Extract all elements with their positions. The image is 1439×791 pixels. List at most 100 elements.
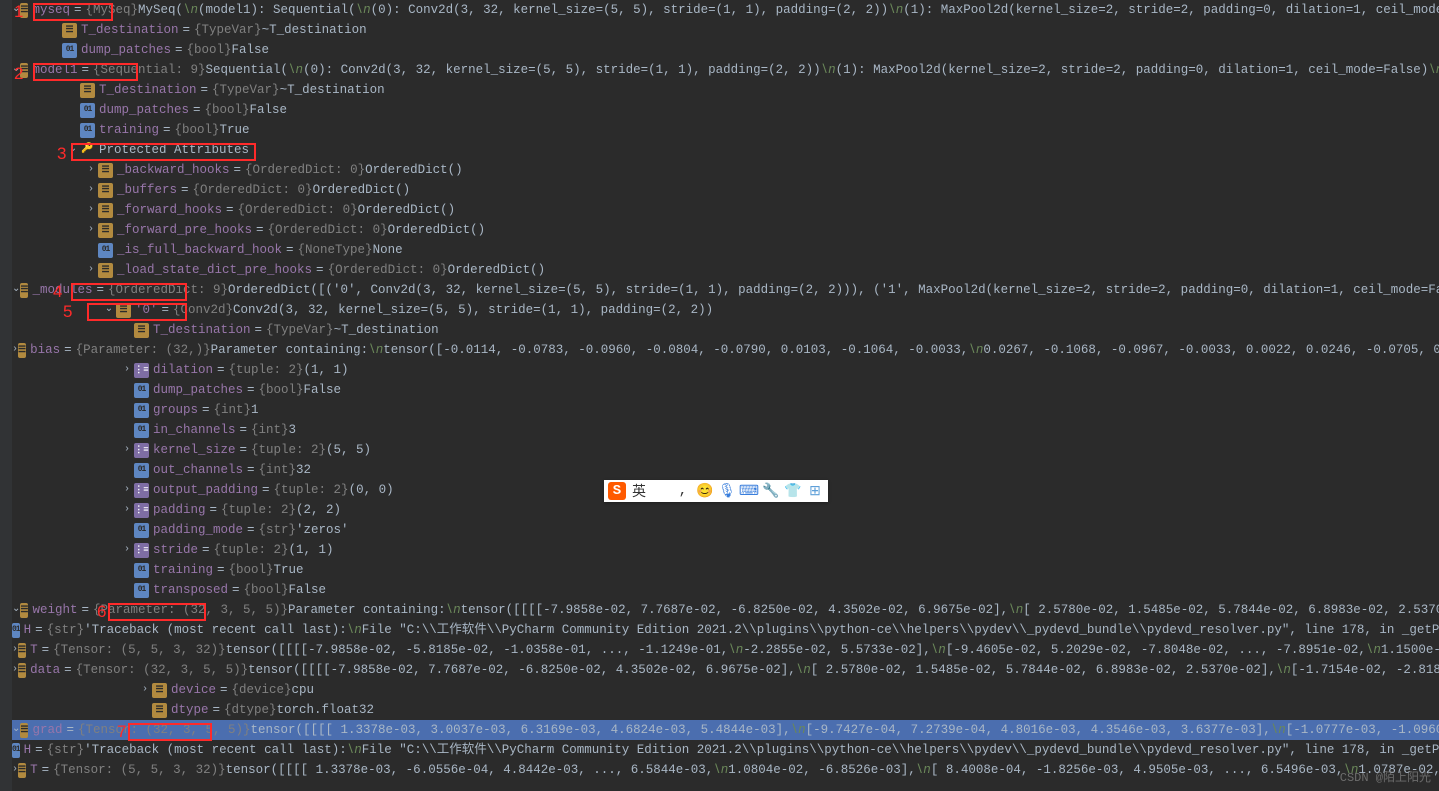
var-type: {NoneType} xyxy=(298,240,373,260)
tree-row[interactable]: _modules = {OrderedDict: 9} OrderedDict(… xyxy=(12,280,1439,300)
tree-row[interactable]: groups = {int} 1 xyxy=(12,400,1439,420)
prim-icon xyxy=(80,103,95,118)
tree-row[interactable]: T_destination = {TypeVar} ~T_destination xyxy=(12,80,1439,100)
tree-row[interactable]: kernel_size = {tuple: 2} (5, 5) xyxy=(12,440,1439,460)
emoji-icon[interactable]: 😊 xyxy=(696,482,714,500)
tree-row[interactable]: training = {bool} True xyxy=(12,120,1439,140)
expand-arrow-icon[interactable] xyxy=(120,440,134,460)
tree-row[interactable]: padding_mode = {str} 'zeros' xyxy=(12,520,1439,540)
var-value-seg: [ 8.4008e-04, -1.8256e-03, 4.9505e-03, .… xyxy=(931,760,1344,780)
var-name: dump_patches xyxy=(99,100,189,120)
skin-icon[interactable]: 👕 xyxy=(784,482,802,500)
expand-arrow-icon[interactable] xyxy=(120,360,134,380)
lang-icon[interactable]: 英 xyxy=(630,482,648,500)
tree-row[interactable]: out_channels = {int} 32 xyxy=(12,460,1439,480)
var-name: _forward_pre_hooks xyxy=(117,220,252,240)
var-name: groups xyxy=(153,400,198,420)
var-value-seg: [-9.4605e-02, 5.2029e-02, -7.8048e-02, .… xyxy=(946,640,1366,660)
tree-row[interactable]: stride = {tuple: 2} (1, 1) xyxy=(12,540,1439,560)
tree-row[interactable]: dump_patches = {bool} False xyxy=(12,100,1439,120)
var-name: T xyxy=(30,640,38,660)
expand-arrow-icon[interactable] xyxy=(84,160,98,180)
tree-row[interactable]: T_destination = {TypeVar} ~T_destination xyxy=(12,320,1439,340)
var-value: OrderedDict() xyxy=(313,180,411,200)
expand-arrow-icon[interactable] xyxy=(84,180,98,200)
var-type: {str} xyxy=(47,740,85,760)
expand-arrow-icon[interactable] xyxy=(84,220,98,240)
var-value: ~T_destination xyxy=(262,20,367,40)
obj-icon xyxy=(18,663,26,678)
tree-row[interactable]: bias = {Parameter: (32,)} Parameter cont… xyxy=(12,340,1439,360)
expand-arrow-icon[interactable] xyxy=(84,200,98,220)
tree-row[interactable]: _is_full_backward_hook = {NoneType} None xyxy=(12,240,1439,260)
keyboard-icon[interactable]: ⌨ xyxy=(740,482,758,500)
var-name: output_padding xyxy=(153,480,258,500)
tree-row[interactable]: dilation = {tuple: 2} (1, 1) xyxy=(12,360,1439,380)
tree-row[interactable]: dtype = {dtype} torch.float32 xyxy=(12,700,1439,720)
var-value-seg: 0.0267, -0.1068, -0.0967, -0.0033, 0.002… xyxy=(983,340,1439,360)
tree-row[interactable]: myseq = {MySeq} MySeq(\n (model1): Seque… xyxy=(12,0,1439,20)
prim-icon xyxy=(134,423,149,438)
tree-row[interactable]: weight = {Parameter: (32, 3, 5, 5)} Para… xyxy=(12,600,1439,620)
expand-arrow-icon[interactable] xyxy=(120,540,134,560)
tree-row[interactable]: _forward_pre_hooks = {OrderedDict: 0} Or… xyxy=(12,220,1439,240)
var-value: (1, 1) xyxy=(289,540,334,560)
grid-icon[interactable]: ⊞ xyxy=(806,482,824,500)
var-type: {tuple: 2} xyxy=(229,360,304,380)
expand-arrow-icon[interactable] xyxy=(120,480,134,500)
list-icon xyxy=(134,443,149,458)
tree-row[interactable]: device = {device} cpu xyxy=(12,680,1439,700)
tree-row[interactable]: dump_patches = {bool} False xyxy=(12,380,1439,400)
var-type: {bool} xyxy=(259,380,304,400)
expand-arrow-icon[interactable] xyxy=(84,260,98,280)
sogou-icon[interactable]: S xyxy=(608,482,626,500)
tree-row[interactable]: T_destination = {TypeVar} ~T_destination xyxy=(12,20,1439,40)
list-icon xyxy=(134,543,149,558)
expand-arrow-icon[interactable] xyxy=(120,500,134,520)
expand-arrow-icon[interactable] xyxy=(102,300,116,320)
tree-row[interactable]: padding = {tuple: 2} (2, 2) xyxy=(12,500,1439,520)
var-value: OrderedDict() xyxy=(365,160,463,180)
obj-icon xyxy=(134,323,149,338)
expand-arrow-icon[interactable] xyxy=(138,680,152,700)
var-value-seg: (0): Conv2d(3, 32, kernel_size=(5, 5), s… xyxy=(371,0,889,20)
tree-row[interactable]: H = {str} 'Traceback (most recent call l… xyxy=(12,740,1439,760)
ime-toolbar[interactable]: S 英 , 😊 🎙 ⌨ 🔧 👕 ⊞ xyxy=(604,480,828,502)
tree-row[interactable]: _forward_hooks = {OrderedDict: 0} Ordere… xyxy=(12,200,1439,220)
punct-icon[interactable]: , xyxy=(674,482,692,500)
tree-row[interactable]: data = {Tensor: (32, 3, 5, 5)} tensor([[… xyxy=(12,660,1439,680)
tree-row[interactable]: grad = {Tensor: (32, 3, 5, 5)} tensor([[… xyxy=(12,720,1439,740)
var-value-seg: -2.2855e-02, 5.5733e-02], xyxy=(743,640,931,660)
var-type: {MySeq} xyxy=(86,0,139,20)
tree-row[interactable]: _load_state_dict_pre_hooks = {OrderedDic… xyxy=(12,260,1439,280)
tree-row[interactable]: _backward_hooks = {OrderedDict: 0} Order… xyxy=(12,160,1439,180)
variable-tree[interactable]: myseq = {MySeq} MySeq(\n (model1): Seque… xyxy=(12,0,1439,780)
list-icon xyxy=(134,483,149,498)
var-value-seg: tensor([[[[-7.9858e-02, -5.8185e-02, -1.… xyxy=(226,640,729,660)
tree-row[interactable]: model1 = {Sequential: 9} Sequential(\n (… xyxy=(12,60,1439,80)
tree-row[interactable]: dump_patches = {bool} False xyxy=(12,40,1439,60)
var-type: {OrderedDict: 0} xyxy=(245,160,365,180)
tree-row[interactable]: training = {bool} True xyxy=(12,560,1439,580)
var-name: data xyxy=(30,660,60,680)
var-name: out_channels xyxy=(153,460,243,480)
tree-row[interactable]: Protected Attributes xyxy=(12,140,1439,160)
tree-row[interactable]: _buffers = {OrderedDict: 0} OrderedDict(… xyxy=(12,180,1439,200)
var-value-seg: tensor([[[[ 1.3378e-03, 3.0037e-03, 6.31… xyxy=(251,720,791,740)
expand-arrow-icon[interactable] xyxy=(12,720,20,740)
var-name: dump_patches xyxy=(153,380,243,400)
tree-row[interactable]: in_channels = {int} 3 xyxy=(12,420,1439,440)
obj-icon xyxy=(98,263,113,278)
mic-icon[interactable]: 🎙 xyxy=(718,482,736,500)
var-value: False xyxy=(250,100,288,120)
tree-row[interactable]: T = {Tensor: (5, 5, 3, 32)} tensor([[[[ … xyxy=(12,760,1439,780)
prim-icon xyxy=(80,123,95,138)
tree-row[interactable]: H = {str} 'Traceback (most recent call l… xyxy=(12,620,1439,640)
expand-arrow-icon[interactable] xyxy=(12,280,20,300)
tree-row[interactable]: T = {Tensor: (5, 5, 3, 32)} tensor([[[[-… xyxy=(12,640,1439,660)
expand-arrow-icon[interactable] xyxy=(12,600,20,620)
tree-row[interactable]: '0' = {Conv2d} Conv2d(3, 32, kernel_size… xyxy=(12,300,1439,320)
tree-row[interactable]: transposed = {bool} False xyxy=(12,580,1439,600)
expand-arrow-icon[interactable] xyxy=(66,140,80,160)
settings-icon[interactable]: 🔧 xyxy=(762,482,780,500)
